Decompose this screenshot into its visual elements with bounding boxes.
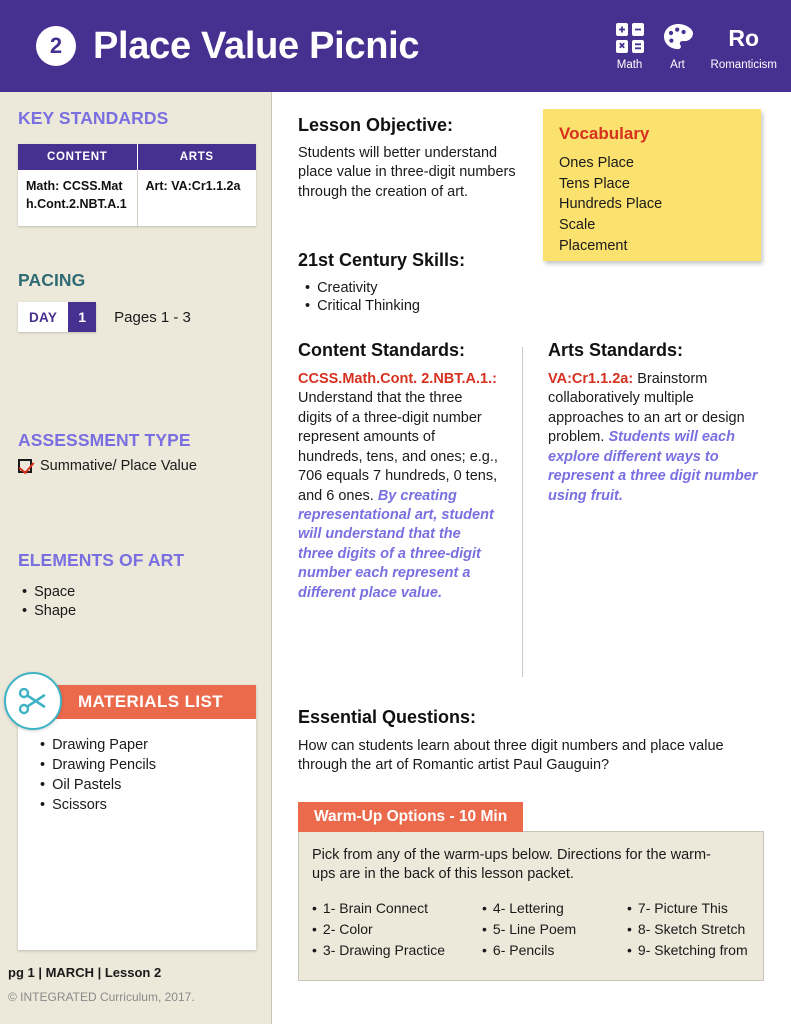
content-standards-body: CCSS.Math.Cont. 2.NBT.A.1.: Understand t… — [298, 370, 498, 603]
list-item: Placement — [559, 237, 628, 254]
lesson-objective-heading: Lesson Objective: — [298, 115, 454, 135]
warm-up-intro-text: Pick from any of the warm-ups below. Dir… — [312, 847, 711, 883]
list-item: Ones Place — [559, 155, 634, 171]
ro-glyph: Ro — [728, 25, 760, 51]
lesson-objective-text: Students will better understand place va… — [298, 145, 516, 200]
assessment-item[interactable]: Summative/ Place Value — [18, 458, 197, 474]
checked-checkbox-icon[interactable] — [18, 459, 32, 473]
lesson-plan-page: 2 Place Value Picnic Math Art Ro Romanti… — [0, 0, 791, 1024]
lesson-number-badge: 2 — [36, 26, 76, 66]
list-item[interactable]: 3- Drawing Practice — [312, 940, 482, 961]
arts-standard-code: VA:Cr1.1.2a: — [548, 371, 634, 387]
list-item[interactable]: 8- Sketch Stretch — [627, 919, 762, 940]
key-standards-heading: KEY STANDARDS — [18, 108, 169, 128]
list-item: Oil Pastels — [40, 777, 156, 793]
list-item: Creativity — [305, 280, 420, 296]
list-item[interactable]: 2- Color — [312, 919, 482, 940]
content-standard-note: By creating representational art, studen… — [298, 487, 494, 601]
elements-of-art-heading: ELEMENTS OF ART — [18, 550, 185, 570]
elements-of-art-list: Space Shape — [22, 584, 76, 622]
warm-up-options-box: Pick from any of the warm-ups below. Dir… — [298, 831, 764, 981]
ro-text-icon: Ro — [728, 20, 759, 56]
list-item[interactable]: 6- Pencils — [482, 940, 627, 961]
subject-icons: Math Art Ro Romanticism — [615, 20, 777, 71]
table-header-row: CONTENT ARTS — [18, 144, 256, 170]
page-title: Place Value Picnic — [93, 24, 420, 67]
subject-art-label: Art — [670, 59, 685, 71]
table-row: Math: CCSS.Math.Cont.2.NBT.A.1 Art: VA:C… — [18, 170, 256, 226]
warm-up-options-columns: 1- Brain Connect 2- Color 3- Drawing Pra… — [312, 898, 762, 961]
calculator-icon — [615, 20, 645, 56]
arts-standards-body: VA:Cr1.1.2a: Brainstorm collaboratively … — [548, 370, 763, 506]
cell-content-standard: Math: CCSS.Math.Cont.2.NBT.A.1 — [18, 170, 138, 226]
sidebar: KEY STANDARDS CONTENT ARTS Math: CCSS.Ma… — [0, 92, 272, 1024]
list-item: Drawing Paper — [40, 737, 156, 753]
essential-questions-heading: Essential Questions: — [298, 707, 477, 727]
pages-range: Pages 1 - 3 — [114, 308, 191, 326]
materials-list-title: MATERIALS LIST — [78, 692, 224, 711]
column-header-arts: ARTS — [137, 144, 256, 170]
warm-up-column-2: 4- Lettering 5- Line Poem 6- Pencils — [482, 898, 627, 961]
main-content: Lesson Objective: Students will better u… — [273, 92, 791, 1024]
standards-column-divider — [522, 347, 523, 677]
assessment-item-label: Summative/ Place Value — [40, 458, 197, 474]
key-standards-table: CONTENT ARTS Math: CCSS.Math.Cont.2.NBT.… — [18, 144, 256, 226]
subject-romanticism-label: Romanticism — [710, 59, 777, 71]
pacing-row: DAY 1 Pages 1 - 3 — [18, 302, 191, 332]
vocabulary-title: Vocabulary — [559, 124, 650, 143]
content-standard-code: CCSS.Math.Cont. 2.NBT.A.1.: — [298, 371, 497, 387]
list-item[interactable]: 7- Picture This — [627, 898, 762, 919]
list-item[interactable]: 4- Lettering — [482, 898, 627, 919]
day-chip[interactable]: DAY 1 — [18, 302, 97, 332]
subject-math-label: Math — [616, 59, 643, 71]
cell-arts-standard: Art: VA:Cr1.1.2a — [145, 179, 241, 193]
skills-heading: 21st Century Skills: — [298, 250, 466, 270]
materials-list-card: MATERIALS LIST Drawing Paper Drawing Pen… — [4, 672, 256, 950]
warm-up-column-3: 7- Picture This 8- Sketch Stretch 9- Ske… — [627, 898, 762, 961]
scissors-icon — [4, 672, 62, 730]
page-header: 2 Place Value Picnic Math Art Ro Romanti… — [0, 0, 791, 92]
content-standards-heading: Content Standards: — [298, 340, 466, 360]
subject-art: Art — [662, 20, 694, 71]
warm-up-options-tab: Warm-Up Options - 10 Min — [298, 802, 524, 832]
essential-questions-text: How can students learn about three digit… — [298, 738, 724, 774]
day-label: DAY — [29, 309, 58, 325]
vocabulary-terms: Ones Place Tens Place Hundreds Place Sca… — [559, 153, 761, 257]
subject-math: Math — [615, 20, 645, 71]
list-item: Hundreds Place — [559, 196, 663, 213]
list-item[interactable]: 9- Sketching from — [627, 940, 762, 961]
list-item[interactable]: 1- Brain Connect — [312, 898, 482, 919]
warm-up-column-1: 1- Brain Connect 2- Color 3- Drawing Pra… — [312, 898, 482, 961]
list-item: Scissors — [40, 797, 156, 813]
pacing-heading: PACING — [18, 270, 86, 290]
list-item: Space — [22, 584, 76, 600]
list-item: Critical Thinking — [305, 298, 420, 314]
paint-palette-icon — [662, 20, 694, 56]
vocabulary-box: Vocabulary Ones Place Tens Place Hundred… — [543, 109, 761, 261]
copyright-notice: © INTEGRATED Curriculum, 2017. — [8, 990, 195, 1004]
skills-list: Creativity Critical Thinking — [305, 280, 420, 316]
arts-standards-heading: Arts Standards: — [548, 340, 684, 360]
column-header-content: CONTENT — [18, 144, 138, 170]
list-item: Drawing Pencils — [40, 757, 156, 773]
assessment-type-heading: ASSESSMENT TYPE — [18, 430, 191, 450]
list-item: Tens Place — [559, 175, 630, 192]
subject-romanticism: Ro Romanticism — [711, 20, 777, 71]
day-number: 1 — [68, 302, 97, 332]
materials-items: Drawing Paper Drawing Pencils Oil Pastel… — [40, 737, 156, 817]
list-item[interactable]: 5- Line Poem — [482, 919, 627, 940]
list-item: Scale — [559, 217, 596, 234]
list-item: Shape — [22, 603, 76, 619]
page-footer-info: pg 1 | MARCH | Lesson 2 — [8, 965, 162, 980]
